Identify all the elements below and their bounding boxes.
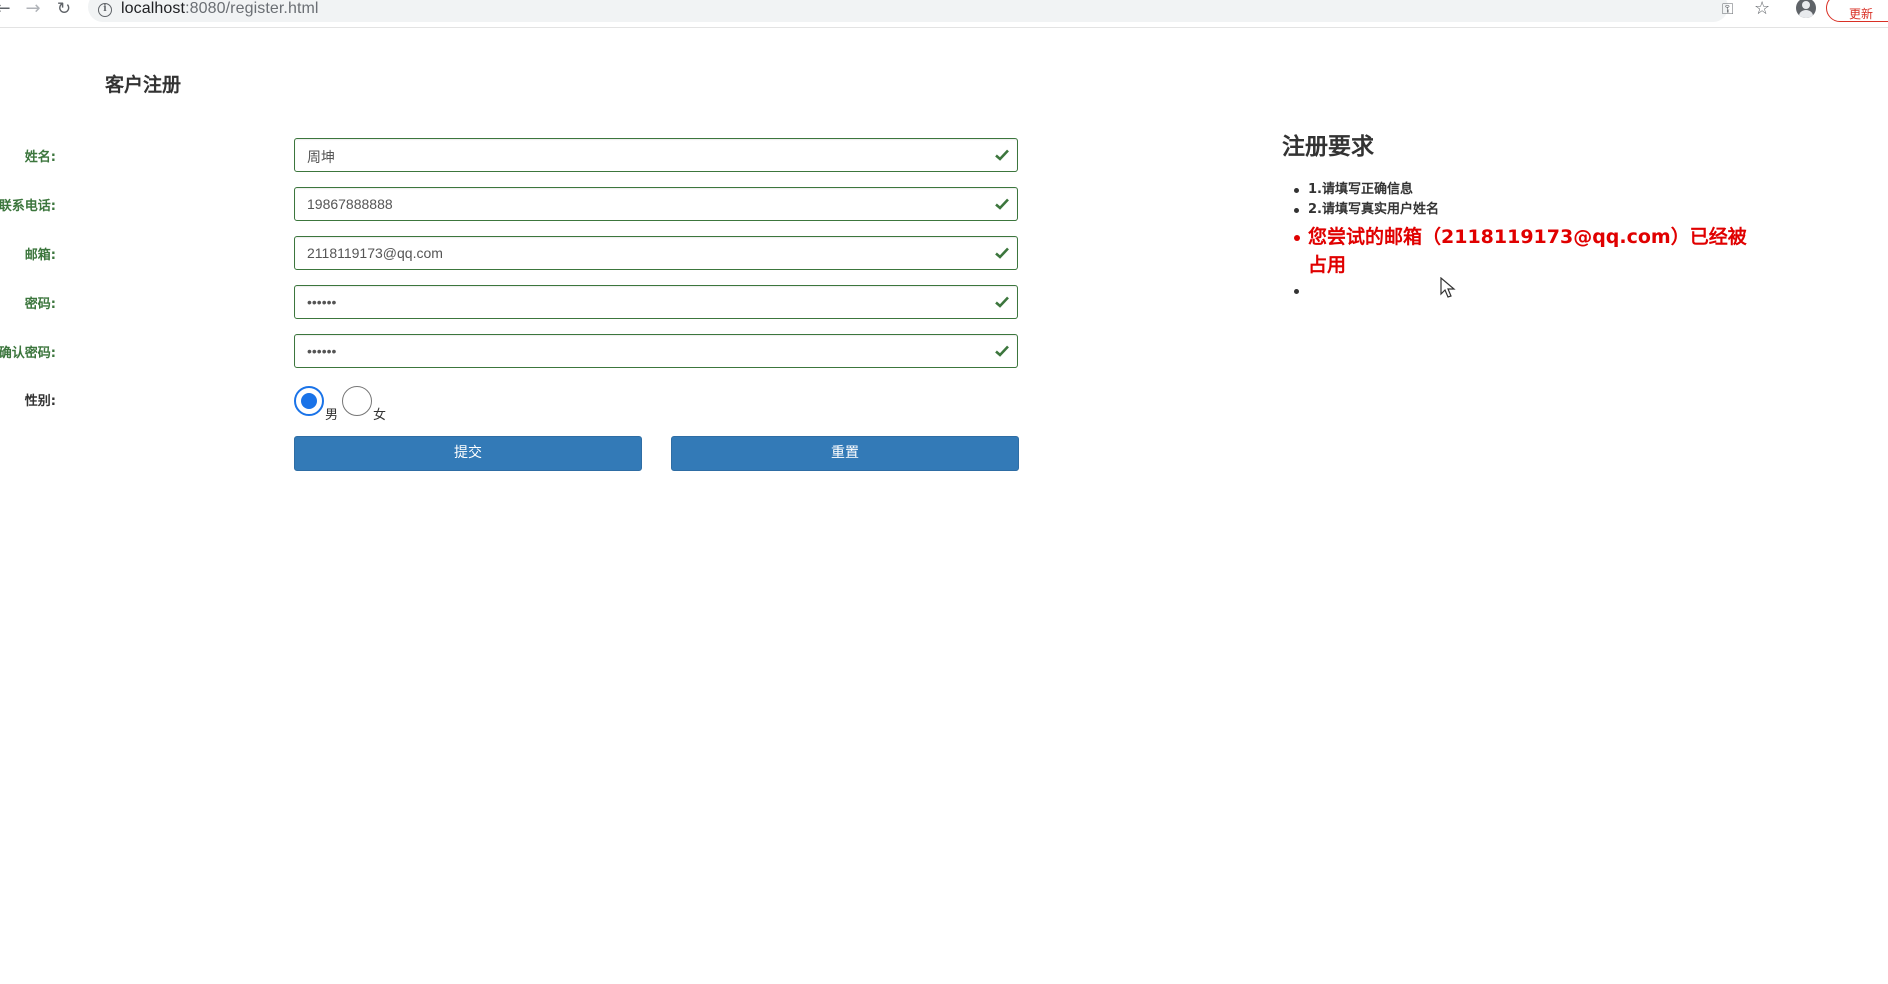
gender-label: 性别: [24, 394, 56, 409]
check-icon [995, 296, 1009, 308]
form-row-name: 姓名: 周坤 [0, 138, 1100, 172]
email-label: 邮箱: [24, 248, 56, 263]
gender-male-radio[interactable] [294, 386, 324, 416]
url-host: localhost [121, 0, 186, 17]
check-icon [995, 149, 1009, 161]
update-button[interactable]: 更新 ⋮ [1826, 0, 1888, 22]
url-text[interactable]: localhost:8080/register.html [121, 0, 319, 18]
email-taken-error: 您尝试的邮箱（2118119173@qq.com）已经被占用 [1294, 223, 1748, 279]
form-row-password: 密码: •••••• [0, 285, 1100, 319]
page-title: 客户注册 [105, 74, 182, 96]
submit-button[interactable]: 提交 [294, 436, 642, 471]
email-input[interactable]: 2118119173@qq.com [294, 236, 1018, 270]
update-label: 更新 [1849, 7, 1874, 21]
mouse-cursor-icon [1440, 277, 1456, 298]
reload-icon[interactable]: ↻ [53, 0, 75, 20]
address-bar[interactable]: i localhost:8080/register.html [88, 0, 1728, 22]
password-label: 密码: [24, 297, 56, 312]
gender-female-radio[interactable] [342, 386, 372, 416]
confirm-password-value: •••••• [307, 343, 337, 359]
requirements-list: 1.请填写正确信息 2.请填写真实用户姓名 您尝试的邮箱（2118119173@… [1294, 180, 1748, 301]
check-icon [995, 345, 1009, 357]
gender-male-label[interactable]: 男 [325, 404, 338, 423]
name-input[interactable]: 周坤 [294, 138, 1018, 172]
name-label: 姓名: [24, 150, 56, 165]
star-icon[interactable]: ☆ [1754, 0, 1770, 19]
confirm-password-input[interactable]: •••••• [294, 334, 1018, 368]
confirm-password-label: 确认密码: [0, 346, 56, 361]
form-row-gender: 性别: 男 女 [0, 386, 1100, 426]
email-value: 2118119173@qq.com [307, 245, 443, 261]
requirements-title: 注册要求 [1282, 134, 1374, 160]
gender-female-label[interactable]: 女 [373, 404, 386, 423]
form-row-phone: 联系电话: 19867888888 [0, 187, 1100, 221]
profile-avatar-icon[interactable] [1796, 0, 1816, 18]
key-icon[interactable]: ⚿ [1722, 0, 1733, 18]
menu-dots-icon[interactable]: ⋮ [1883, 1, 1888, 15]
requirement-item: 1.请填写正确信息 [1294, 180, 1748, 200]
phone-value: 19867888888 [307, 196, 393, 212]
url-path: :8080/register.html [185, 0, 319, 17]
requirement-item: 2.请填写真实用户姓名 [1294, 200, 1748, 220]
phone-label: 联系电话: [0, 199, 56, 214]
password-input[interactable]: •••••• [294, 285, 1018, 319]
empty-list-item [1294, 279, 1748, 301]
check-icon [995, 198, 1009, 210]
check-icon [995, 247, 1009, 259]
form-row-confirm-password: 确认密码: •••••• [0, 334, 1100, 368]
password-value: •••••• [307, 294, 337, 310]
form-row-email: 邮箱: 2118119173@qq.com [0, 236, 1100, 270]
phone-input[interactable]: 19867888888 [294, 187, 1018, 221]
name-value: 周坤 [307, 149, 335, 165]
browser-toolbar: ← → ↻ i localhost:8080/register.html ⚿ ☆… [0, 0, 1888, 28]
info-icon[interactable]: i [98, 3, 112, 17]
reset-button[interactable]: 重置 [671, 436, 1019, 471]
back-arrow-icon[interactable]: ← [0, 0, 14, 20]
forward-arrow-icon[interactable]: → [22, 0, 44, 20]
